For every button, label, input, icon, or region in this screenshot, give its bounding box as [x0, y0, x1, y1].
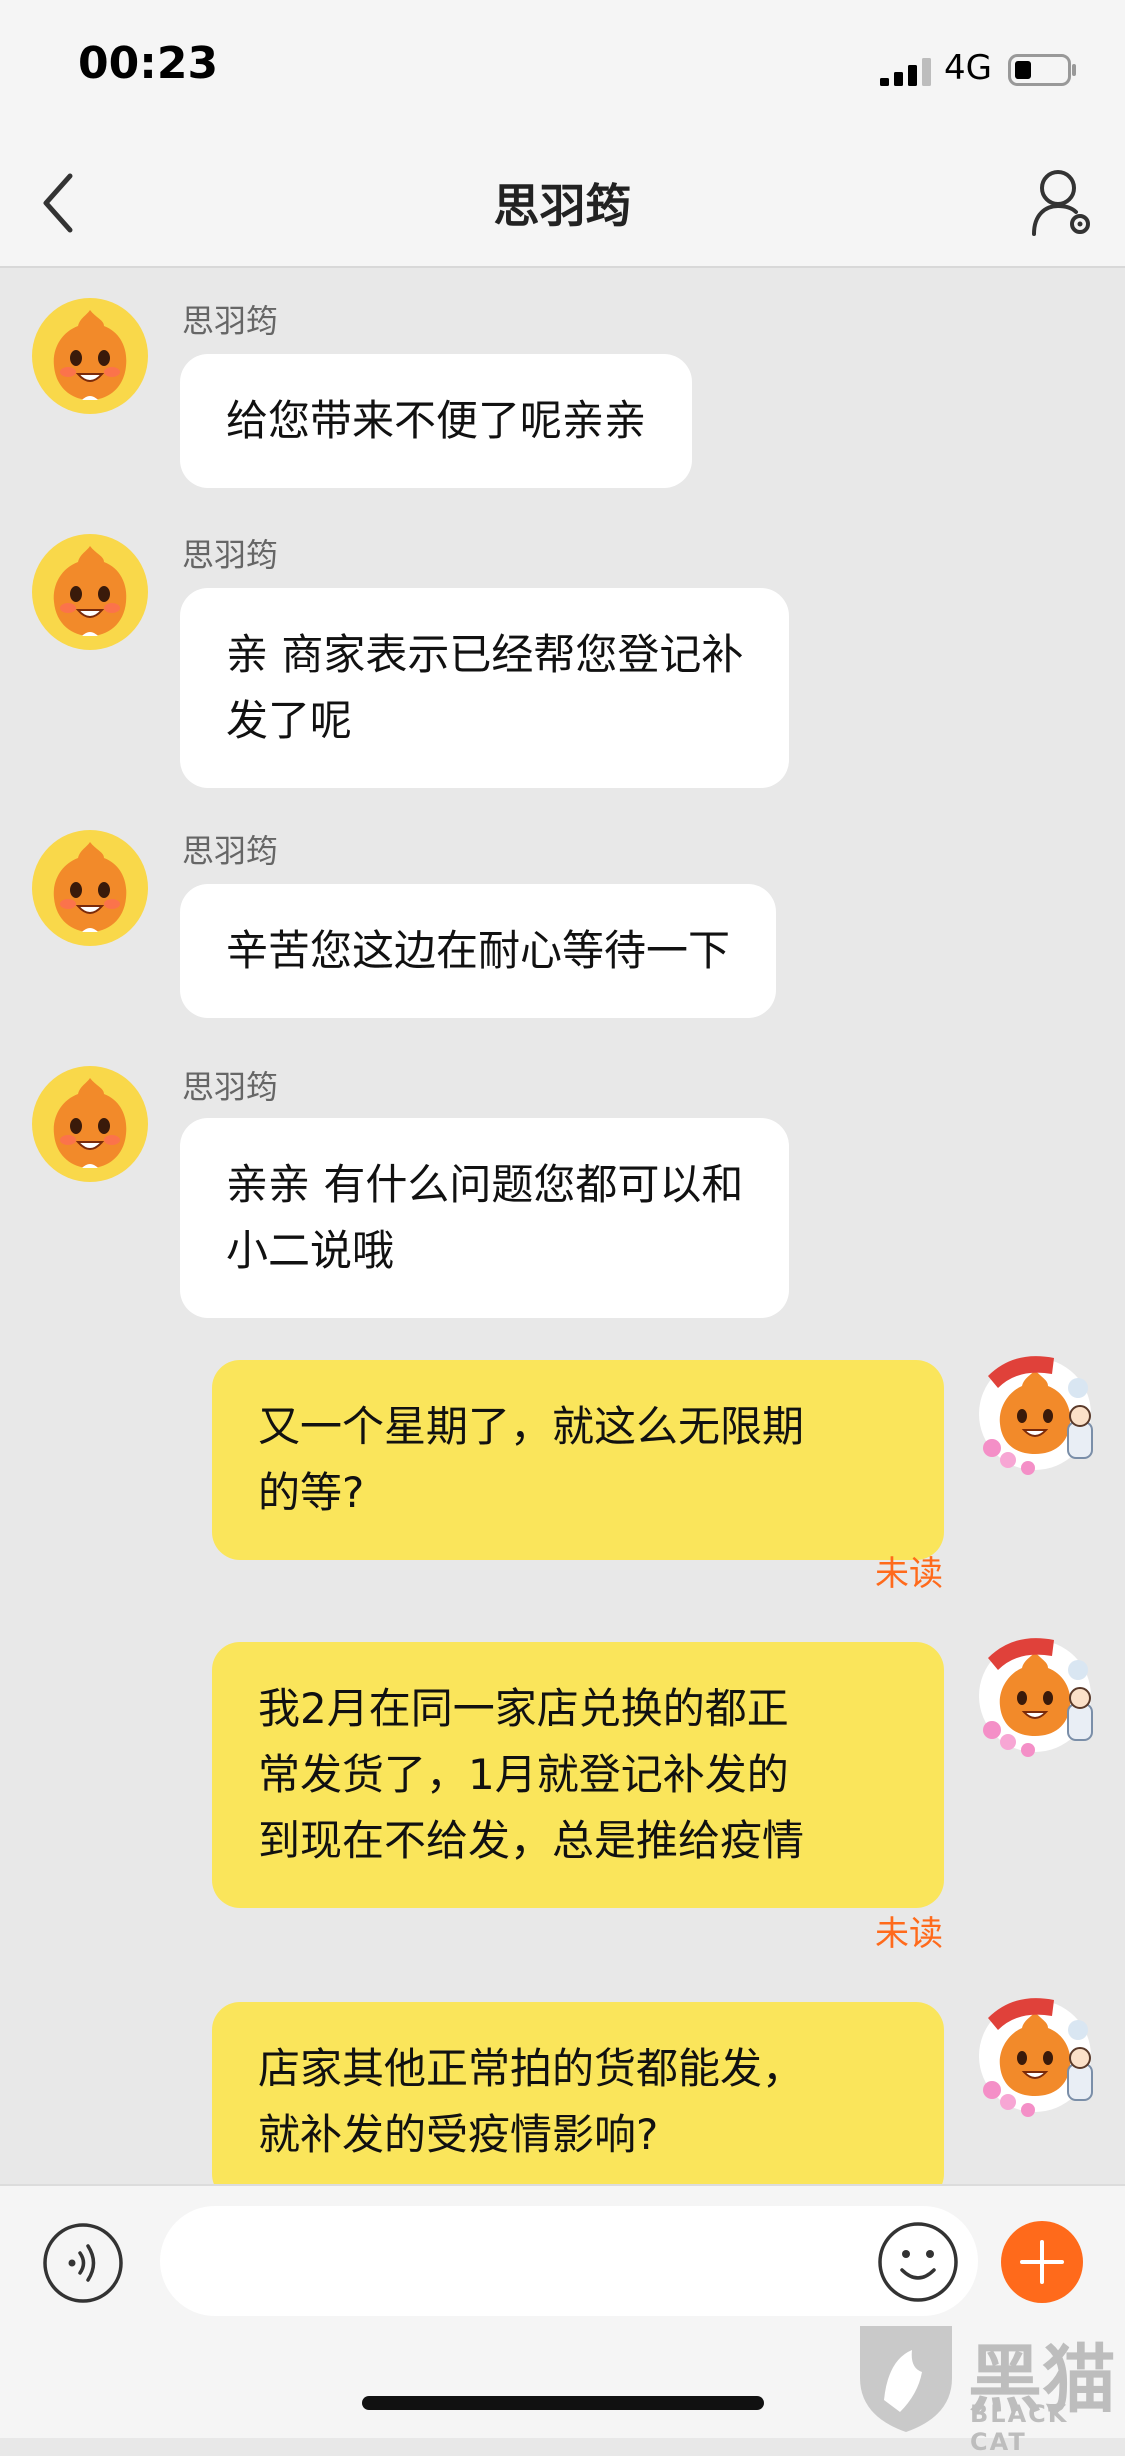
- message-text-line: 就补发的受疫情影响?: [258, 2110, 659, 2159]
- signal-icon: [880, 58, 931, 86]
- unread-status: 未读: [875, 1914, 943, 1954]
- outgoing-message-bubble[interactable]: 又一个星期了，就这么无限期 的等?: [212, 1360, 944, 1560]
- outgoing-message-bubble[interactable]: 店家其他正常拍的货都能发， 就补发的受疫情影响?: [212, 2002, 944, 2184]
- incoming-message-bubble[interactable]: 给您带来不便了呢亲亲: [180, 354, 693, 488]
- incoming-message-bubble[interactable]: 辛苦您这边在耐心等待一下: [180, 884, 777, 1018]
- network-type: 4G: [944, 48, 992, 88]
- chat-title: 思羽筠: [493, 179, 632, 233]
- message-text-line: 给您带来不便了呢亲亲: [226, 396, 647, 445]
- user-avatar[interactable]: [968, 1344, 1102, 1478]
- sender-name: 思羽筠: [182, 1068, 279, 1106]
- message-text-line: 到现在不给发，总是推给疫情: [258, 1816, 805, 1865]
- incoming-message-bubble[interactable]: 亲亲 有什么问题您都可以和 小二说哦: [180, 1118, 790, 1318]
- watermark-subtext: BLACK CAT: [970, 2400, 1069, 2456]
- message-text-line: 我2月在同一家店兑换的都正: [258, 1684, 789, 1733]
- battery-icon: [1008, 54, 1076, 86]
- user-avatar[interactable]: [968, 1626, 1102, 1760]
- shop-avatar[interactable]: [30, 296, 150, 416]
- black-cat-shield-icon: [860, 2326, 952, 2432]
- sender-name: 思羽筠: [182, 536, 279, 574]
- message-text-line: 发了呢: [226, 696, 353, 745]
- message-text-input[interactable]: [160, 2206, 978, 2316]
- sender-name: 思羽筠: [182, 832, 279, 870]
- shop-avatar[interactable]: [30, 828, 150, 948]
- sender-name: 思羽筠: [182, 302, 279, 340]
- status-time: 00:23: [78, 38, 219, 89]
- outgoing-message-bubble[interactable]: 我2月在同一家店兑换的都正 常发货了，1月就登记补发的 到现在不给发，总是推给疫…: [212, 1642, 944, 1908]
- message-text-line: 店家其他正常拍的货都能发，: [258, 2044, 805, 2093]
- message-text-line: 小二说哦: [226, 1226, 395, 1275]
- watermark-logo: 黑猫 BLACK CAT: [852, 2320, 1122, 2456]
- add-plus-icon[interactable]: [1000, 2220, 1084, 2304]
- shop-avatar[interactable]: [30, 1064, 150, 1184]
- status-bar: 00:23 4G: [0, 0, 1125, 140]
- unread-status: 未读: [875, 1554, 943, 1594]
- home-indicator: [362, 2396, 764, 2410]
- nav-bar: 思羽筠: [0, 140, 1125, 268]
- message-text-line: 常发货了，1月就登记补发的: [258, 1750, 789, 1799]
- voice-input-icon[interactable]: [42, 2222, 124, 2304]
- message-text-line: 辛苦您这边在耐心等待一下: [226, 926, 731, 975]
- user-avatar[interactable]: [968, 1986, 1102, 2120]
- chat-message-list[interactable]: 思羽筠 给您带来不便了呢亲亲 思羽筠 亲 商家表示已经帮您登记补 发了呢 思羽筠…: [0, 268, 1125, 2184]
- incoming-message-bubble[interactable]: 亲 商家表示已经帮您登记补 发了呢: [180, 588, 790, 788]
- message-text-line: 又一个星期了，就这么无限期: [258, 1402, 805, 1451]
- message-text-line: 亲 商家表示已经帮您登记补: [226, 630, 744, 679]
- message-text-line: 的等?: [258, 1468, 365, 1517]
- message-text-line: 亲亲 有什么问题您都可以和: [226, 1160, 744, 1209]
- profile-settings-icon[interactable]: [1030, 166, 1092, 238]
- emoji-icon[interactable]: [876, 2220, 960, 2304]
- shop-avatar[interactable]: [30, 532, 150, 652]
